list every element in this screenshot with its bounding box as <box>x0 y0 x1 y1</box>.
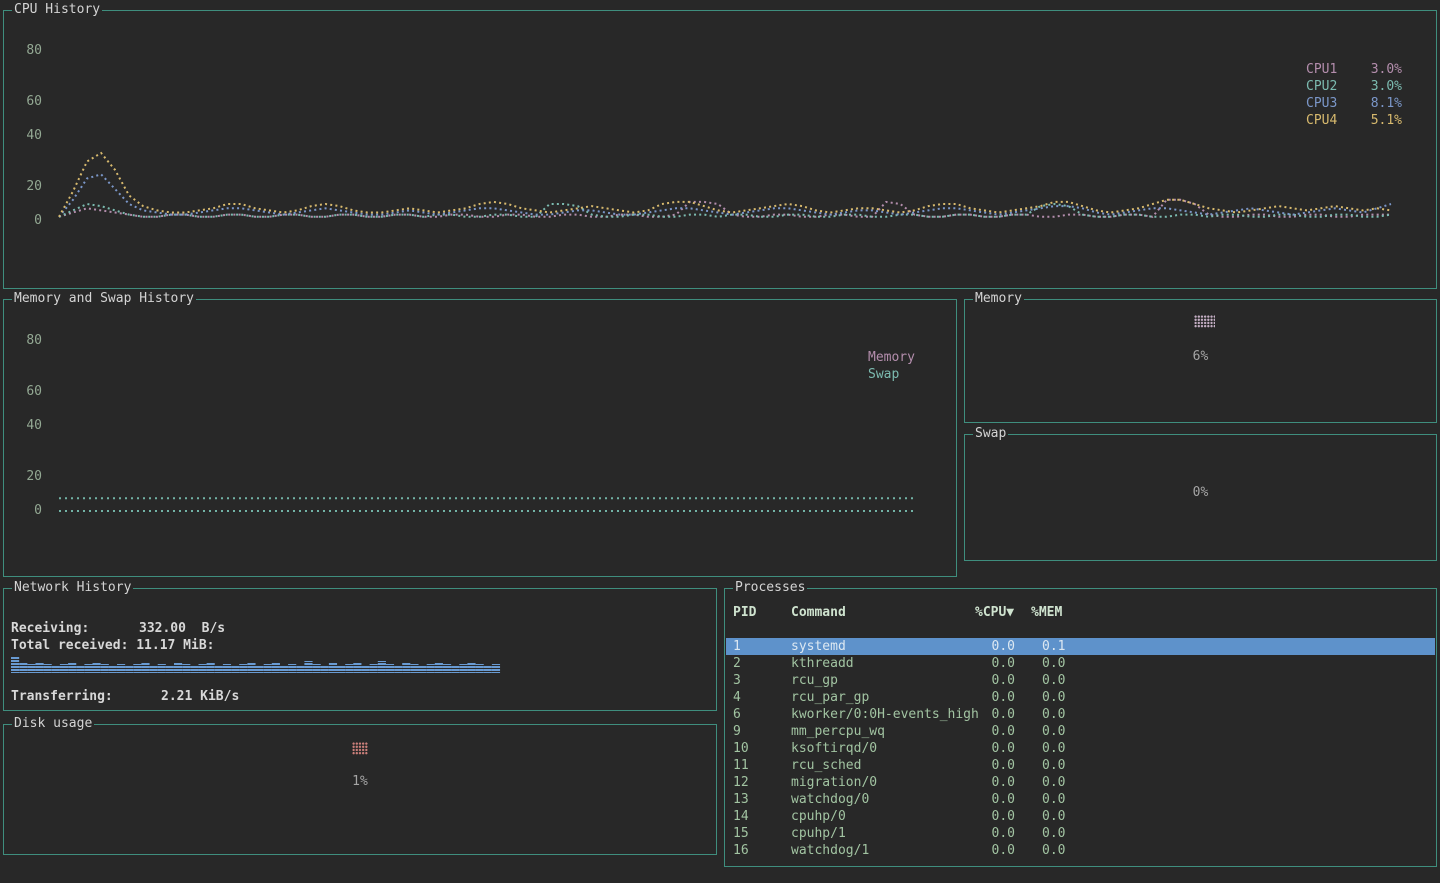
process-cpu: 0.0 <box>975 757 1015 774</box>
process-mem: 0.0 <box>1042 808 1065 825</box>
network-history-panel: Network History Receiving: 332.00 B/s To… <box>3 588 717 711</box>
disk-gauge-dots <box>352 742 368 755</box>
transferring-label: Transferring: <box>11 689 113 705</box>
process-cpu: 0.0 <box>975 706 1015 723</box>
process-pid: 3 <box>733 672 741 689</box>
process-command: systemd <box>791 638 846 655</box>
process-mem: 0.0 <box>1042 740 1065 757</box>
swap-gauge-title: Swap <box>973 426 1008 442</box>
col-header-command[interactable]: Command <box>791 604 846 621</box>
cpu-legend-entry: CPU45.1% <box>1306 112 1402 129</box>
process-row[interactable]: 11 rcu_sched 0.0 0.0 <box>726 757 1435 774</box>
process-pid: 16 <box>733 842 749 859</box>
network-receive-sparkline <box>11 645 511 675</box>
process-row[interactable]: 16 watchdog/1 0.0 0.0 <box>726 842 1435 859</box>
process-cpu: 0.0 <box>975 740 1015 757</box>
cpu-history-chart <box>4 11 1436 288</box>
process-pid: 10 <box>733 740 749 757</box>
process-row[interactable]: 6kworker/0:0H-events_high0.00.0 <box>726 706 1435 723</box>
process-cpu: 0.0 <box>975 842 1015 859</box>
memory-gauge-title: Memory <box>973 291 1024 307</box>
process-pid: 13 <box>733 791 749 808</box>
process-command: rcu_par_gp <box>791 689 869 706</box>
cpu-legend-entry: CPU13.0% <box>1306 61 1402 78</box>
process-cpu: 0.0 <box>975 791 1015 808</box>
memory-swap-history-panel: Memory and Swap History 806040200 Memory… <box>3 299 957 577</box>
process-pid: 14 <box>733 808 749 825</box>
processes-title: Processes <box>733 580 807 596</box>
col-header-cpu[interactable]: %CPU▼ <box>975 604 1014 621</box>
memswap-legend-entry: Memory <box>868 349 915 366</box>
process-pid: 6 <box>733 706 741 723</box>
process-command: cpuhp/1 <box>791 825 846 842</box>
process-cpu: 0.0 <box>975 774 1015 791</box>
process-mem: 0.0 <box>1042 757 1065 774</box>
cpu-history-panel: CPU History 806040200 CPU13.0%CPU23.0%CP… <box>3 10 1437 289</box>
col-header-pid[interactable]: PID <box>733 604 756 621</box>
swap-gauge-panel: Swap 0% <box>964 434 1437 561</box>
memory-swap-chart <box>4 300 956 576</box>
process-mem: 0.0 <box>1042 672 1065 689</box>
process-row[interactable]: 15 cpuhp/1 0.0 0.0 <box>726 825 1435 842</box>
process-row[interactable]: 9 mm_percpu_wq 0.0 0.0 <box>726 723 1435 740</box>
memory-gauge-percent: 6% <box>965 349 1436 365</box>
processes-panel: Processes PID Command %CPU▼ %MEM 1system… <box>724 588 1437 867</box>
process-mem: 0.0 <box>1042 842 1065 859</box>
process-row[interactable]: 4 rcu_par_gp 0.0 0.0 <box>726 689 1435 706</box>
cpu-legend-entry: CPU23.0% <box>1306 78 1402 95</box>
process-command: watchdog/1 <box>791 842 869 859</box>
process-pid: 12 <box>733 774 749 791</box>
process-pid: 9 <box>733 723 741 740</box>
process-pid: 11 <box>733 757 749 774</box>
disk-gauge-percent: 1% <box>4 774 716 790</box>
process-command: migration/0 <box>791 774 877 791</box>
process-cpu: 0.0 <box>975 808 1015 825</box>
process-command: ksoftirqd/0 <box>791 740 877 757</box>
process-row[interactable]: 10 ksoftirqd/0 0.0 0.0 <box>726 740 1435 757</box>
receiving-value: 332.00 B/s <box>139 621 225 637</box>
process-row[interactable]: 12 migration/0 0.0 0.0 <box>726 774 1435 791</box>
process-command: kworker/0:0H-events_high <box>791 706 979 723</box>
process-cpu: 0.0 <box>975 655 1015 672</box>
process-command: rcu_gp <box>791 672 838 689</box>
process-mem: 0.0 <box>1042 774 1065 791</box>
process-cpu: 0.0 <box>975 689 1015 706</box>
col-header-mem[interactable]: %MEM <box>1031 604 1062 621</box>
process-row[interactable]: 14 cpuhp/0 0.0 0.0 <box>726 808 1435 825</box>
process-cpu: 0.0 <box>975 723 1015 740</box>
process-mem: 0.1 <box>1042 638 1065 655</box>
process-pid: 1 <box>733 638 741 655</box>
process-command: kthreadd <box>791 655 854 672</box>
process-mem: 0.0 <box>1042 825 1065 842</box>
process-pid: 2 <box>733 655 741 672</box>
process-mem: 0.0 <box>1042 689 1065 706</box>
process-mem: 0.0 <box>1042 723 1065 740</box>
process-cpu: 0.0 <box>975 638 1015 655</box>
process-row[interactable]: 2 kthreadd 0.0 0.0 <box>726 655 1435 672</box>
memory-gauge-dots <box>1194 315 1215 328</box>
swap-gauge-percent: 0% <box>965 485 1436 501</box>
cpu-legend-entry: CPU38.1% <box>1306 95 1402 112</box>
process-command: cpuhp/0 <box>791 808 846 825</box>
receiving-label: Receiving: <box>11 621 89 637</box>
process-mem: 0.0 <box>1042 706 1065 723</box>
process-command: mm_percpu_wq <box>791 723 885 740</box>
process-command: rcu_sched <box>791 757 861 774</box>
process-mem: 0.0 <box>1042 791 1065 808</box>
process-row[interactable]: 13 watchdog/0 0.0 0.0 <box>726 791 1435 808</box>
process-cpu: 0.0 <box>975 825 1015 842</box>
process-pid: 15 <box>733 825 749 842</box>
process-cpu: 0.0 <box>975 672 1015 689</box>
disk-usage-panel: Disk usage 1% <box>3 724 717 855</box>
network-history-title: Network History <box>12 580 133 596</box>
process-pid: 4 <box>733 689 741 706</box>
process-row[interactable]: 1 systemd 0.0 0.1 <box>726 638 1435 655</box>
memswap-legend-entry: Swap <box>868 366 899 383</box>
transferring-value: 2.21 KiB/s <box>161 689 239 705</box>
disk-usage-title: Disk usage <box>12 716 94 732</box>
process-row[interactable]: 3 rcu_gp 0.0 0.0 <box>726 672 1435 689</box>
process-mem: 0.0 <box>1042 655 1065 672</box>
memory-gauge-panel: Memory 6% <box>964 299 1437 423</box>
process-command: watchdog/0 <box>791 791 869 808</box>
